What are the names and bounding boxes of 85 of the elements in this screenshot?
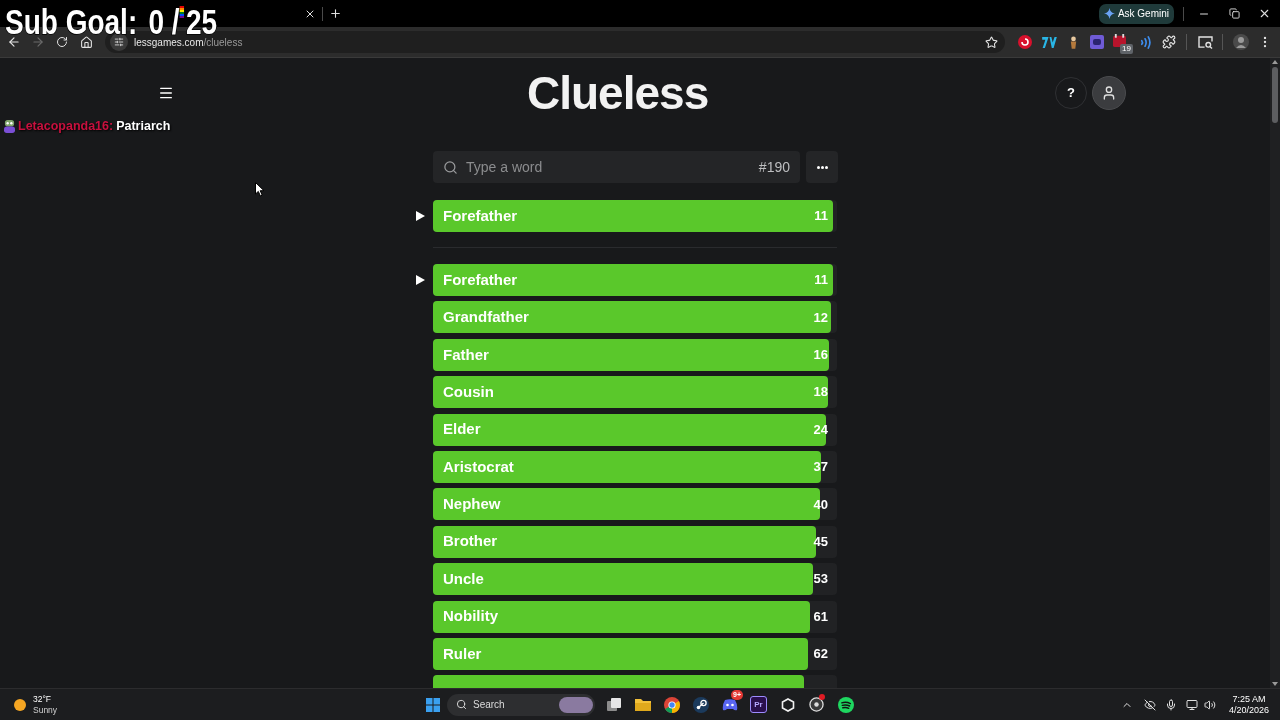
clock-date[interactable]: 4/20/2026 [1228,704,1269,716]
speaker-icon [1204,698,1216,711]
windows-logo-icon [426,697,440,712]
monitor-icon [1185,698,1198,711]
overlapping-squares-icon [606,697,621,712]
weather-temperature: 32°F [33,693,53,705]
taskbar-search-field[interactable]: Search [447,693,595,716]
music-app-icon [837,696,854,713]
menu-icon [158,85,174,101]
search-label: Search [473,698,505,712]
steam-logo-icon [692,696,709,713]
signal-waves-icon [1138,35,1152,49]
guess-rank: 18 [813,383,829,402]
guess-word: Uncle [442,568,484,589]
extension-button[interactable]: 19 [1109,30,1133,54]
calendar-extension-icon [1112,33,1126,47]
hexagon-app-icon [780,697,795,712]
square-extension-icon [1090,35,1104,49]
back-arrow-icon [7,35,21,49]
guess-word: Ruler [442,643,482,664]
weather-condition: Sunny [33,704,58,716]
guess-rank: 16 [813,346,829,365]
bookmark-star-icon[interactable] [985,35,998,49]
guess-rank: 12 [813,308,829,327]
sun-icon [14,698,26,711]
plus-icon [328,7,342,20]
guess-word: Cousin [442,381,494,402]
rainbow-flag-icon [179,6,185,18]
reload-icon [56,36,68,48]
more-options-button[interactable] [806,151,838,183]
taskbar-app-button[interactable]: Pr [744,691,773,718]
zigzag-extension-icon [1041,36,1057,48]
guess-word: Nephew [442,494,501,515]
search-icon [456,699,467,710]
extension-badge: 19 [1120,44,1133,54]
guess-word: Forefather [442,269,518,290]
forward-arrow-icon [31,35,45,49]
guess-rank: 11 [814,207,829,226]
guess-word: Father [442,344,489,365]
app-logo-tile: Pr [750,696,767,713]
folder-icon [634,698,651,711]
guess-word: Elder [442,419,481,440]
game-controller-icon [721,698,738,711]
chat-username: Letacopanda16: [18,118,114,135]
word-search-field[interactable]: Type a word #190 [433,151,800,183]
word-input[interactable]: Type a word [466,156,753,178]
guess-rank: 62 [813,645,829,664]
emote-icon [4,119,15,133]
mouse-cursor-icon [255,182,265,197]
avatar-icon [1233,34,1249,50]
browser-logo-icon [663,696,680,713]
disc-extension-icon [1018,35,1032,49]
figure-extension-icon [1068,35,1078,49]
user-icon [1101,85,1117,101]
site-logo: Clueless [527,70,709,116]
guess-rank: 11 [814,271,829,290]
photo-placeholder [559,696,593,713]
scroll-up-arrow-icon[interactable] [1272,60,1278,64]
scrollbar-thumb[interactable] [1272,67,1278,123]
guess-word: Brother [442,531,498,552]
guess-word: Aristocrat [442,456,514,477]
tune-icon [114,37,124,47]
search-icon [443,159,458,175]
microphone-icon [1164,698,1177,711]
site-settings-button[interactable] [110,33,128,51]
restore-icon [1228,8,1240,19]
chat-message: Patriarch [116,118,171,135]
guess-word: Nobility [442,606,498,627]
crossed-eye-icon [1143,698,1156,711]
guess-rank: 61 [813,607,829,626]
gemini-button[interactable]: Ask Gemini [1098,3,1174,24]
puzzle-icon [1162,35,1176,49]
clock-time[interactable]: 7:25 AM [1232,693,1266,705]
home-icon [79,35,93,49]
guess-rank: 53 [813,570,829,589]
guess-rank: 37 [813,458,829,477]
status-dot-icon [819,693,825,700]
puzzle-number: #190 [758,157,790,177]
more-icon [816,165,828,169]
account-button[interactable] [1092,76,1126,110]
tab-search-icon [1197,35,1213,49]
guess-word: Grandfather [442,307,529,328]
sparkle-icon [1103,8,1115,19]
guess-word: Forefather [442,205,518,226]
scroll-down-arrow-icon[interactable] [1272,682,1278,686]
